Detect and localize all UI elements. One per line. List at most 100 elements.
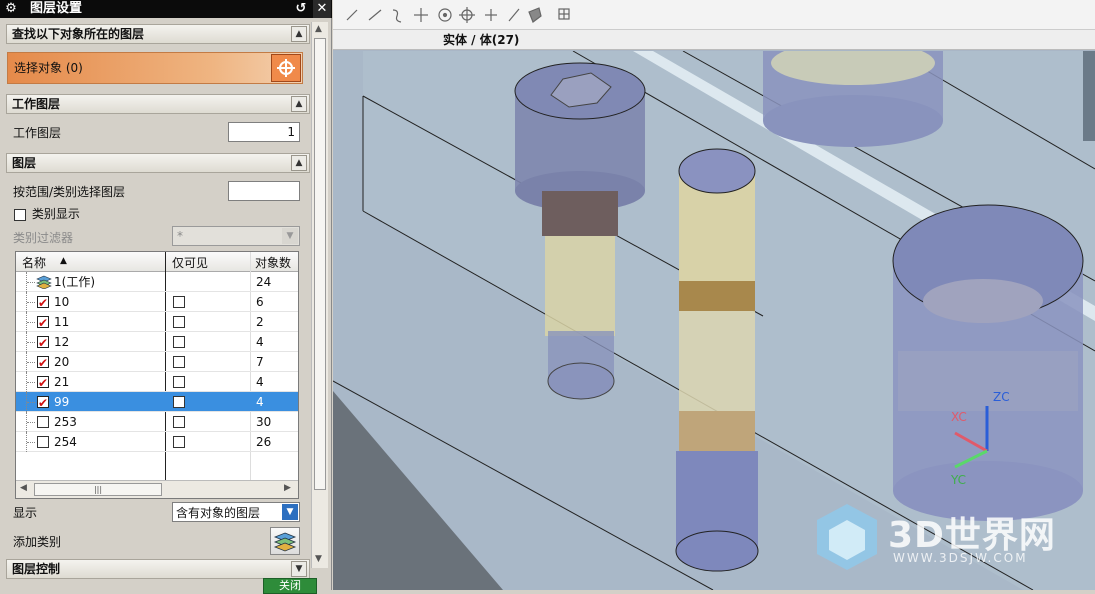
bolt-part-2	[675, 148, 759, 572]
display-label: 显示	[13, 506, 38, 520]
range-select-label: 按范围/类别选择图层	[13, 185, 126, 199]
watermark-subtitle: WWW.3DSJW.COM	[893, 551, 1028, 565]
graphics-window[interactable]: 实体 / 体(27) ZC XC YC 3D世界网 WWW.3DSJW.COM	[333, 0, 1095, 590]
close-icon[interactable]: ✕	[313, 0, 331, 18]
expand-icon[interactable]: ▼	[291, 561, 307, 577]
layer-name: 99	[54, 395, 70, 409]
work-layer-section-header[interactable]: 工作图层 ▲	[6, 94, 310, 114]
layer-list: 名称 ▲ 仅可见 对象数 1(工作) 24 10 6 11 2 12 4 20 7 21 4 99 4 25…	[15, 251, 299, 499]
object-count: 7	[256, 355, 264, 369]
visible-only-checkbox[interactable]	[173, 336, 185, 348]
column-header-name[interactable]: 名称	[22, 254, 46, 271]
scroll-right-icon[interactable]: ▶	[284, 483, 291, 493]
layer-row[interactable]: 11 2	[16, 312, 298, 333]
layer-row[interactable]: 20 7	[16, 352, 298, 373]
layer-list-header: 名称 ▲ 仅可见 对象数	[16, 252, 298, 272]
vertical-scrollbar[interactable]: ▲ ▼	[311, 22, 328, 568]
add-category-label: 添加类别	[13, 535, 62, 549]
object-count: 4	[256, 335, 264, 349]
layer-name: 12	[54, 335, 70, 349]
find-section-title: 查找以下对象所在的图层	[12, 27, 145, 41]
layer-row[interactable]: 10 6	[16, 292, 298, 313]
column-header-count[interactable]: 对象数	[255, 254, 291, 271]
layer-row[interactable]: 21 4	[16, 372, 298, 393]
object-count: 2	[256, 315, 264, 329]
horizontal-scrollbar[interactable]: ◀ ||| ▶	[16, 480, 298, 498]
checkbox-icon[interactable]	[14, 208, 26, 221]
visible-only-checkbox[interactable]	[173, 436, 185, 448]
category-filter-label: 类别过滤器	[13, 231, 74, 245]
category-display-checkbox[interactable]: 类别显示	[14, 206, 80, 222]
visible-only-checkbox[interactable]	[173, 396, 185, 408]
gear-icon[interactable]: ⚙	[2, 0, 20, 18]
layer-checkbox[interactable]	[37, 393, 49, 413]
layer-name: 21	[54, 375, 70, 389]
cube-logo	[817, 504, 877, 570]
part-right	[892, 204, 1084, 521]
category-filter-value: *	[177, 229, 183, 243]
layer-name: 10	[54, 295, 70, 309]
object-count: 30	[256, 415, 272, 429]
scroll-up-icon[interactable]: ▲	[315, 24, 322, 34]
dialog-titlebar: ⚙ 图层设置 ↺ ✕	[0, 0, 332, 18]
axis-label-x: XC	[951, 410, 967, 424]
visible-only-checkbox[interactable]	[173, 316, 185, 328]
layer-checkbox[interactable]	[37, 373, 49, 393]
visible-only-checkbox[interactable]	[173, 356, 185, 368]
work-layer-input[interactable]: 1	[228, 122, 300, 142]
display-select[interactable]: 含有对象的图层 ▼	[172, 502, 300, 522]
layer-name: 254	[54, 435, 77, 449]
layer-row[interactable]: 1(工作) 24	[16, 272, 298, 292]
axis-label-y: YC	[951, 473, 967, 487]
object-count: 26	[256, 435, 272, 449]
layer-row[interactable]: 254 26	[16, 432, 298, 452]
work-layer-icon	[36, 275, 52, 290]
select-object-bar[interactable]: 选择对象 (0)	[7, 52, 303, 84]
dialog-title: 图层设置	[30, 1, 83, 16]
layer-row[interactable]: 99 4	[16, 392, 298, 413]
part-top	[763, 51, 943, 147]
axis-label-z: ZC	[993, 390, 1010, 404]
layer-name: 11	[54, 315, 70, 329]
collapse-icon[interactable]: ▲	[291, 155, 307, 171]
range-select-input[interactable]	[228, 181, 300, 201]
object-count: 6	[256, 295, 264, 309]
object-count: 24	[256, 275, 272, 289]
layer-checkbox[interactable]	[37, 436, 49, 448]
work-layer-section-title: 工作图层	[12, 97, 61, 111]
object-count: 4	[256, 395, 264, 409]
visible-only-checkbox[interactable]	[173, 416, 185, 428]
snap-toolbar-icons[interactable]	[333, 0, 593, 30]
layer-row[interactable]: 253 30	[16, 412, 298, 432]
collapse-icon[interactable]: ▲	[291, 96, 307, 112]
scroll-down-icon[interactable]: ▼	[315, 554, 322, 564]
add-category-button[interactable]	[270, 527, 300, 555]
layer-row[interactable]: 12 4	[16, 332, 298, 353]
scroll-left-icon[interactable]: ◀	[20, 483, 27, 493]
part-edge	[1083, 51, 1095, 141]
scroll-thumb[interactable]	[314, 38, 326, 490]
close-button[interactable]: 关闭	[263, 578, 317, 594]
visible-only-checkbox[interactable]	[173, 296, 185, 308]
viewport-title: 实体 / 体(27)	[333, 30, 1095, 50]
collapse-icon[interactable]: ▲	[291, 26, 307, 42]
layer-checkbox[interactable]	[37, 333, 49, 353]
layer-checkbox[interactable]	[37, 416, 49, 428]
layer-checkbox[interactable]	[37, 313, 49, 333]
crosshair-select-button[interactable]	[271, 54, 301, 82]
layer-checkbox[interactable]	[37, 353, 49, 373]
layer-section-header[interactable]: 图层 ▲	[6, 153, 310, 173]
layer-checkbox[interactable]	[37, 293, 49, 313]
crosshair-icon	[277, 59, 295, 77]
dropdown-arrow-icon[interactable]: ▼	[282, 504, 298, 520]
dialog-body: 查找以下对象所在的图层 ▲ 选择对象 (0) 工作图层 ▲ 工作图层 1 图层 …	[6, 20, 310, 580]
layer-control-section-header[interactable]: 图层控制 ▼	[6, 559, 310, 579]
find-section-header[interactable]: 查找以下对象所在的图层 ▲	[6, 24, 310, 44]
column-header-visible-only[interactable]: 仅可见	[172, 254, 208, 271]
scroll-thumb[interactable]: |||	[34, 483, 162, 496]
reset-icon[interactable]: ↺	[292, 0, 310, 18]
layer-name: 1(工作)	[54, 275, 95, 289]
select-object-label: 选择对象 (0)	[14, 61, 83, 75]
layer-name: 253	[54, 415, 77, 429]
visible-only-checkbox[interactable]	[173, 376, 185, 388]
